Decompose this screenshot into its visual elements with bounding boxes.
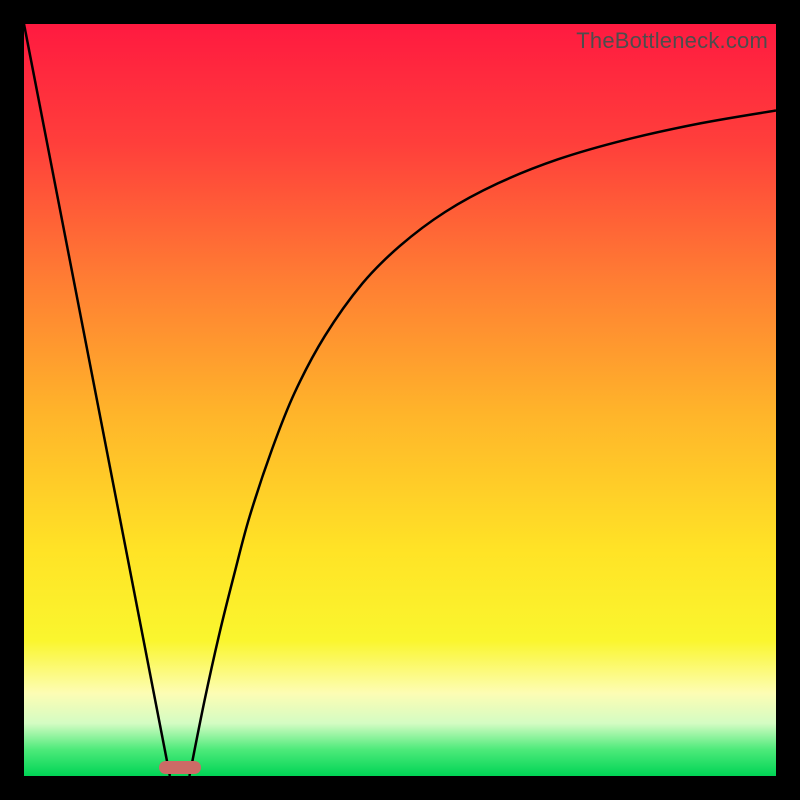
optimal-marker — [159, 761, 201, 774]
bottleneck-curve — [24, 24, 776, 776]
chart-frame: TheBottleneck.com — [24, 24, 776, 776]
right-curve-line — [189, 110, 776, 776]
left-ray-line — [24, 24, 170, 776]
watermark-text: TheBottleneck.com — [576, 28, 768, 54]
